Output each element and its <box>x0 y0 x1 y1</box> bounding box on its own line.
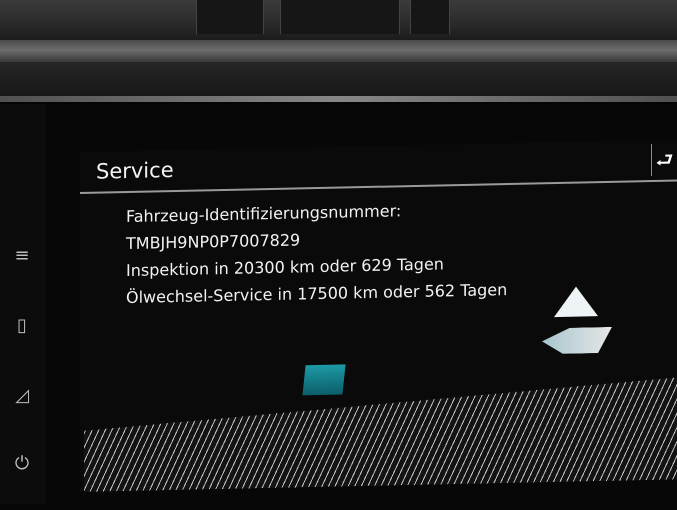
decor-stripes <box>84 377 677 491</box>
dashboard-vent <box>196 0 264 34</box>
dashboard-vent <box>410 0 450 34</box>
decor-block <box>302 364 346 396</box>
power-icon[interactable]: ⏻ <box>10 452 34 476</box>
phone-icon[interactable]: ▯ <box>10 314 34 338</box>
dashboard-trim-line <box>0 96 677 102</box>
back-button[interactable]: ⮐ <box>651 143 677 177</box>
back-arrow-icon: ⮐ <box>655 147 674 172</box>
page-title: Service <box>96 158 174 184</box>
service-panel: Service ⮐ Fahrzeug-Identifizierungsnumme… <box>80 139 677 492</box>
decor-wedge <box>542 327 612 354</box>
dashboard-vent <box>280 0 400 34</box>
dashboard-trim <box>0 40 677 62</box>
menu-icon[interactable]: ≡ <box>10 244 34 268</box>
left-rail: ≡ ▯ ◿ ⏻ <box>0 104 46 504</box>
car-icon[interactable]: ◿ <box>10 384 34 408</box>
decor-triangle <box>554 286 598 318</box>
